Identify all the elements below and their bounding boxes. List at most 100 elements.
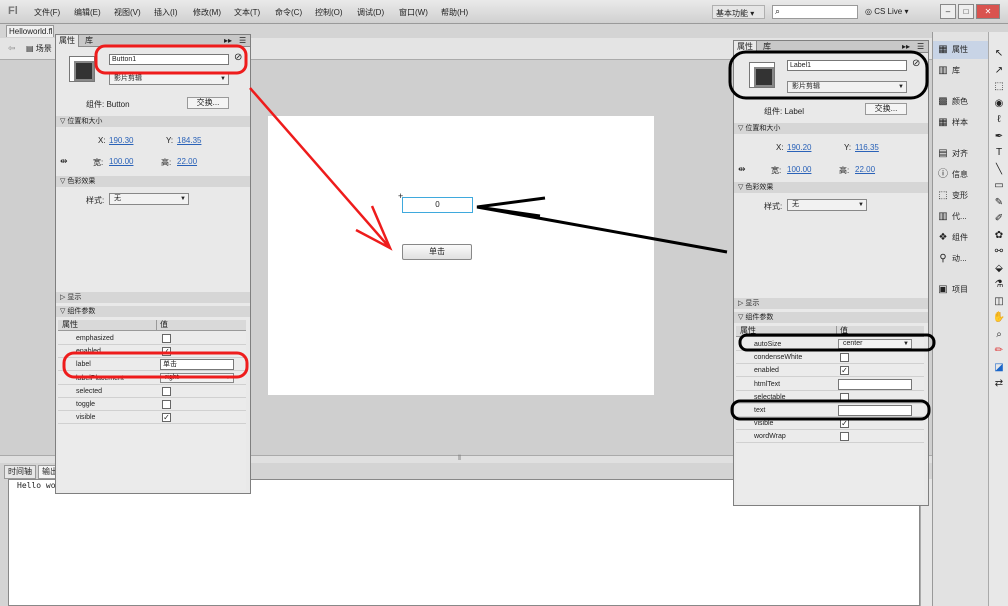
line-tool-icon[interactable]: ╲ [991,162,1007,177]
swap-button[interactable]: 交换... [865,103,907,115]
symbol-type-select[interactable]: 影片剪辑 [109,73,229,85]
panel-item-transform[interactable]: ⬚ 变形 [933,187,989,205]
subselection-tool-icon[interactable]: ↗ [991,63,1007,78]
menu-control[interactable]: 控制(O) [315,7,343,18]
style-select[interactable]: 无 [109,193,189,205]
lasso-tool-icon[interactable]: ℓ [991,112,1007,127]
menu-debug[interactable]: 调试(D) [357,7,384,18]
tab-properties[interactable]: 属性 [56,35,79,47]
document-tab[interactable]: Helloworld.fla* [6,25,54,37]
panel-menu-icon[interactable]: ☰ [917,42,924,51]
swap-button[interactable]: 交换... [187,97,229,109]
param-checkbox[interactable]: ✓ [162,413,171,423]
param-checkbox[interactable]: ✓ [840,419,849,429]
param-text-input[interactable]: 单击 [160,359,234,371]
param-row-autoSize[interactable]: autoSize center [736,338,924,351]
menu-commands[interactable]: 命令(C) [275,7,302,18]
symbol-type-select[interactable]: 影片剪辑 [787,81,907,93]
instance-name-input[interactable]: Button1 [109,54,229,65]
tab-properties[interactable]: 属性 [734,41,757,53]
edit-symbol-icon[interactable]: ⊘ [912,58,920,69]
param-checkbox[interactable] [162,334,171,343]
param-text-input[interactable] [838,405,912,416]
position-size-section[interactable]: ▽ 位置和大小 [734,123,928,134]
param-row-enabled[interactable]: enabled ✓ [736,364,924,378]
component-params-section[interactable]: ▽ 组件参数 [56,306,250,317]
panel-item-properties[interactable]: ▦ 属性 [933,41,989,59]
panel-item-motion-presets[interactable]: ⚲ 动... [933,250,989,268]
collapse-icon[interactable]: ▸▸ [224,36,232,45]
param-checkbox[interactable] [162,386,171,396]
param-checkbox[interactable] [840,392,849,402]
eyedropper-tool-icon[interactable]: ⚗ [991,277,1007,292]
deco-tool-icon[interactable]: ✿ [991,228,1007,243]
panel-item-info[interactable]: ⓘ 信息 [933,166,989,184]
width-value[interactable]: 100.00 [787,165,811,174]
param-row-wordWrap[interactable]: wordWrap [736,430,924,444]
panel-item-code-snippets[interactable]: ▥ 代... [933,208,989,226]
menu-modify[interactable]: 修改(M) [193,7,221,18]
menu-view[interactable]: 视图(V) [114,7,141,18]
panel-item-library[interactable]: ▥ 库 [933,62,989,80]
param-select[interactable]: center [838,339,912,349]
param-checkbox[interactable] [840,432,849,442]
free-transform-tool-icon[interactable]: ⬚ [991,79,1007,94]
param-row-selected[interactable]: selected [58,385,246,398]
param-row-condenseWhite[interactable]: condenseWhite [736,351,924,365]
menu-file[interactable]: 文件(F) [34,7,60,18]
panel-item-align[interactable]: ▤ 对齐 [933,145,989,163]
fill-color-icon[interactable]: ◪ [991,360,1007,375]
x-value[interactable]: 190.30 [109,136,133,145]
scene-label[interactable]: ▤ 场景 [26,43,52,54]
position-size-section[interactable]: ▽ 位置和大小 [56,116,250,127]
param-checkbox[interactable]: ✓ [840,366,849,376]
zoom-tool-icon[interactable]: ⌕ [991,327,1007,342]
component-params-section[interactable]: ▽ 组件参数 [734,312,928,323]
param-row-label[interactable]: label 单击 [58,358,246,372]
param-row-selectable[interactable]: selectable [736,391,924,404]
color-effect-section[interactable]: ▽ 色彩效果 [734,182,928,193]
param-select[interactable]: right [160,372,234,383]
hand-tool-icon[interactable]: ✋ [991,310,1007,325]
panel-item-swatches[interactable]: ▦ 样本 [933,114,989,132]
edit-symbol-icon[interactable]: ⊘ [234,52,242,63]
brush-tool-icon[interactable]: ✐ [991,211,1007,226]
selection-tool-icon[interactable]: ↖ [991,46,1007,61]
height-value[interactable]: 22.00 [855,165,875,174]
color-effect-section[interactable]: ▽ 色彩效果 [56,176,250,187]
height-value[interactable]: 22.00 [177,157,197,166]
pencil-tool-icon[interactable]: ✎ [991,195,1007,210]
workspace-switcher[interactable]: 基本功能 ▾ [712,5,765,19]
menu-help[interactable]: 帮助(H) [441,7,468,18]
display-section[interactable]: ▷ 显示 [734,298,928,309]
label-component-instance[interactable]: 0 [402,197,473,213]
button-component-instance[interactable]: 单击 [402,244,472,260]
param-checkbox[interactable] [840,353,849,363]
param-row-visible[interactable]: visible ✓ [58,411,246,425]
3d-rotation-tool-icon[interactable]: ◉ [991,96,1007,111]
param-row-enabled[interactable]: enabled ✓ [58,345,246,359]
width-value[interactable]: 100.00 [109,157,133,166]
x-value[interactable]: 190.20 [787,143,811,152]
param-checkbox[interactable]: ✓ [162,347,171,357]
minimize-button[interactable]: – [940,4,956,19]
bone-tool-icon[interactable]: ⚯ [991,244,1007,259]
param-checkbox[interactable] [162,400,171,409]
cs-live-button[interactable]: ◎ CS Live ▾ [865,7,908,16]
menu-insert[interactable]: 插入(I) [154,7,178,18]
help-search-input[interactable]: ⌕ [772,5,858,19]
back-arrow-icon[interactable]: ⇦ [8,43,16,54]
menu-edit[interactable]: 编辑(E) [74,7,101,18]
param-row-visible[interactable]: visible ✓ [736,417,924,431]
eraser-tool-icon[interactable]: ◫ [991,294,1007,309]
tab-library[interactable]: 库 [82,35,96,47]
text-tool-icon[interactable]: T [991,145,1007,160]
param-row-text[interactable]: text [736,404,924,417]
pen-tool-icon[interactable]: ✒ [991,129,1007,144]
y-value[interactable]: 116.35 [855,143,879,152]
menu-window[interactable]: 窗口(W) [399,7,428,18]
tab-timeline[interactable]: 时间轴 [4,465,36,479]
param-row-emphasized[interactable]: emphasized [58,332,246,345]
style-select[interactable]: 无 [787,199,867,211]
swap-colors-icon[interactable]: ⇄ [991,376,1007,391]
